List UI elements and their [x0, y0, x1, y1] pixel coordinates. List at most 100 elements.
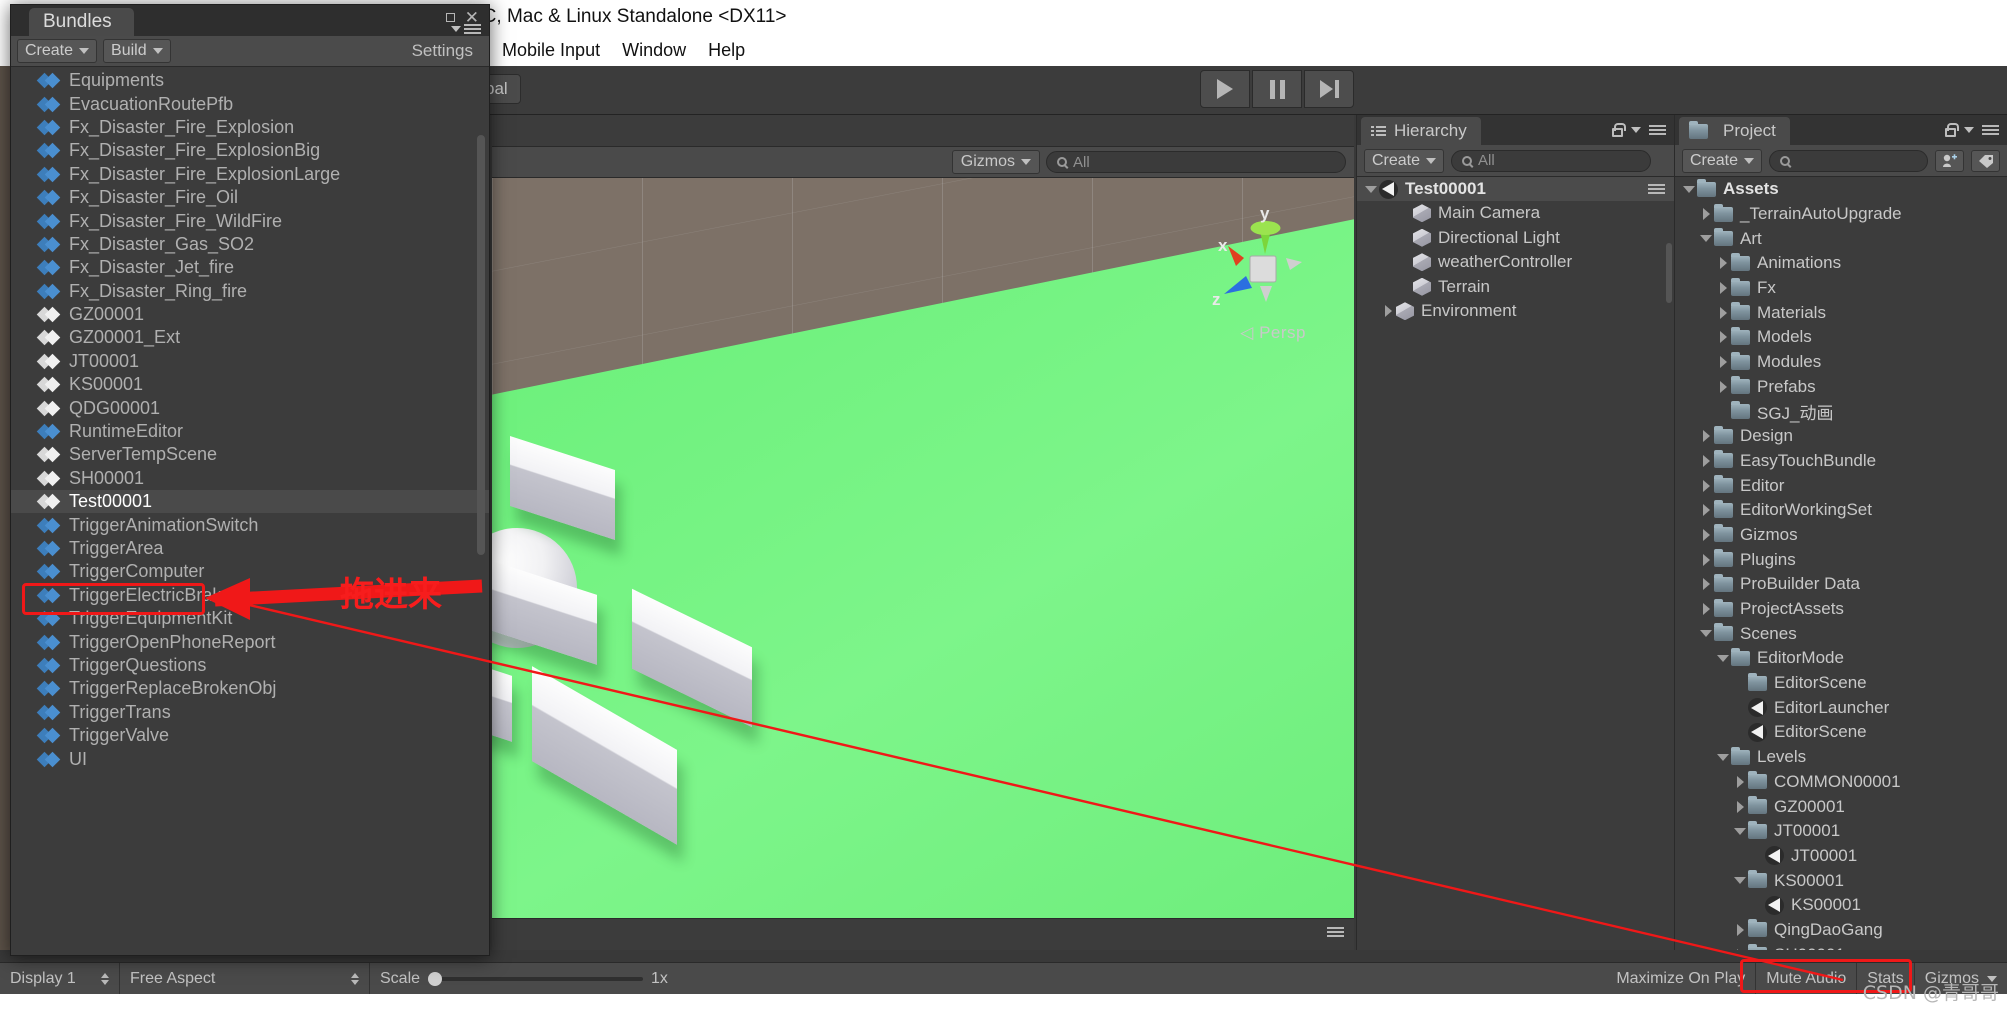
bundles-list[interactable]: Equipments EvacuationRoutePfb Fx_Disaster_… [11, 67, 489, 955]
project-menu-icon[interactable] [1982, 125, 1999, 135]
tree-row[interactable]: SH00001 [1675, 942, 2007, 950]
scene-viewport[interactable]: y x z ◁ Persp [492, 178, 1354, 918]
tab-bundles[interactable]: Bundles [29, 8, 134, 36]
menu-item-mobile-input[interactable]: Mobile Input [502, 40, 600, 61]
twirl-right-icon[interactable] [1698, 504, 1714, 517]
project-search-input[interactable] [1769, 149, 1929, 172]
minimize-icon[interactable] [445, 13, 455, 22]
bundle-list-item[interactable]: Fx_Disaster_Fire_Explosion [11, 116, 489, 139]
tree-row[interactable]: KS00001 [1675, 893, 2007, 918]
project-tree[interactable]: Assets _TerrainAutoUpgrade Art Animations Fx… [1675, 177, 2007, 950]
twirl-down-icon[interactable] [1681, 185, 1697, 193]
bundle-list-item[interactable]: TriggerValve [11, 724, 489, 747]
bundle-list-item[interactable]: GZ00001_Ext [11, 326, 489, 349]
tree-row[interactable]: JT00001 [1675, 844, 2007, 869]
bundles-menu-icon[interactable] [464, 24, 481, 34]
tree-row[interactable]: EasyTouchBundle [1675, 449, 2007, 474]
project-filter-type-button[interactable] [1935, 149, 1965, 172]
tree-row[interactable]: Plugins [1675, 547, 2007, 572]
tree-row[interactable]: Art [1675, 226, 2007, 251]
twirl-right-icon[interactable] [1732, 948, 1748, 950]
tree-row[interactable]: Levels [1675, 745, 2007, 770]
menu-item-help[interactable]: Help [708, 40, 745, 61]
tree-row[interactable]: Materials [1675, 300, 2007, 325]
twirl-right-icon[interactable] [1715, 257, 1731, 270]
maximize-on-play-button[interactable]: Maximize On Play [1606, 963, 1757, 994]
twirl-down-icon[interactable] [1715, 654, 1731, 662]
twirl-right-icon[interactable] [1715, 306, 1731, 319]
aspect-dropdown[interactable]: Free Aspect [120, 963, 370, 994]
twirl-right-icon[interactable] [1698, 454, 1714, 467]
bundle-list-item[interactable]: TriggerOpenPhoneReport [11, 630, 489, 653]
twirl-down-icon[interactable] [1732, 827, 1748, 835]
bundle-list-item[interactable]: Equipments [11, 69, 489, 92]
tab-hierarchy[interactable]: Hierarchy [1361, 117, 1481, 145]
tree-row[interactable]: Models [1675, 325, 2007, 350]
bundle-list-item[interactable]: Fx_Disaster_Fire_ExplosionBig [11, 139, 489, 162]
tree-row[interactable]: Design [1675, 424, 2007, 449]
bundles-menu-group[interactable] [451, 24, 481, 34]
bundles-build-button[interactable]: Build [103, 39, 171, 63]
tree-row[interactable]: EditorLauncher [1675, 695, 2007, 720]
twirl-right-icon[interactable] [1715, 282, 1731, 295]
bundle-list-item[interactable]: UI [11, 747, 489, 770]
twirl-right-icon[interactable] [1732, 775, 1748, 788]
twirl-right-icon[interactable] [1698, 430, 1714, 443]
tree-row[interactable]: QingDaoGang [1675, 918, 2007, 943]
twirl-right-icon[interactable] [1732, 800, 1748, 813]
bundles-settings-button[interactable]: Settings [402, 38, 483, 64]
tree-row[interactable]: Editor [1675, 473, 2007, 498]
bundle-list-item[interactable]: Fx_Disaster_Ring_fire [11, 280, 489, 303]
bundle-list-item[interactable]: JT00001 [11, 350, 489, 373]
bundle-list-item[interactable]: RuntimeEditor [11, 420, 489, 443]
tree-row[interactable]: JT00001 [1675, 819, 2007, 844]
twirl-right-icon[interactable] [1698, 479, 1714, 492]
bundle-list-item[interactable]: KS00001 [11, 373, 489, 396]
bundle-list-item[interactable]: TriggerReplaceBrokenObj [11, 677, 489, 700]
scene-row-menu-icon[interactable] [1648, 184, 1665, 194]
scale-slider-group[interactable]: Scale 1x [370, 963, 700, 994]
tree-row[interactable]: EditorMode [1675, 646, 2007, 671]
bundle-list-item[interactable]: ServerTempScene [11, 443, 489, 466]
twirl-right-icon[interactable] [1380, 305, 1396, 318]
tree-row[interactable]: Animations [1675, 251, 2007, 276]
tree-row[interactable]: EditorScene [1675, 720, 2007, 745]
tree-row[interactable]: weatherController [1357, 250, 1674, 275]
scale-slider-knob[interactable] [428, 971, 443, 986]
bundle-list-item[interactable]: TriggerArea [11, 537, 489, 560]
tree-row[interactable]: _TerrainAutoUpgrade [1675, 202, 2007, 227]
scene-gizmos-button[interactable]: Gizmos [951, 150, 1040, 174]
tree-row[interactable]: COMMON00001 [1675, 770, 2007, 795]
bundle-list-item[interactable]: QDG00001 [11, 396, 489, 419]
bundle-list-item[interactable]: TriggerQuestions [11, 654, 489, 677]
tree-row[interactable]: Directional Light [1357, 226, 1674, 251]
display-dropdown[interactable]: Display 1 [0, 963, 120, 994]
bundle-list-item[interactable]: EvacuationRoutePfb [11, 92, 489, 115]
bundle-list-item[interactable]: Fx_Disaster_Fire_ExplosionLarge [11, 163, 489, 186]
twirl-right-icon[interactable] [1715, 331, 1731, 344]
tree-row[interactable]: Prefabs [1675, 375, 2007, 400]
tree-row[interactable]: Scenes [1675, 621, 2007, 646]
twirl-right-icon[interactable] [1698, 208, 1714, 221]
scene-axis-gizmo[interactable]: y x z [1194, 204, 1314, 328]
bundle-list-item[interactable]: Fx_Disaster_Jet_fire [11, 256, 489, 279]
bundle-list-item[interactable]: Test00001 [11, 490, 489, 514]
tree-row[interactable]: ProBuilder Data [1675, 572, 2007, 597]
project-create-button[interactable]: Create [1682, 148, 1763, 173]
twirl-right-icon[interactable] [1715, 380, 1731, 393]
play-button[interactable] [1200, 70, 1250, 108]
tree-row[interactable]: ProjectAssets [1675, 597, 2007, 622]
tree-row[interactable]: Gizmos [1675, 523, 2007, 548]
scale-slider[interactable] [428, 971, 644, 986]
chevron-down-icon[interactable] [1964, 127, 1974, 133]
chevron-down-icon[interactable] [1631, 127, 1641, 133]
hierarchy-menu-icon[interactable] [1649, 125, 1666, 135]
twirl-right-icon[interactable] [1698, 528, 1714, 541]
pause-button[interactable] [1252, 70, 1302, 108]
bundle-list-item[interactable]: GZ00001 [11, 303, 489, 326]
menu-item-window[interactable]: Window [622, 40, 686, 61]
hierarchy-create-button[interactable]: Create [1364, 148, 1445, 173]
bundles-create-button[interactable]: Create [17, 39, 98, 63]
bundle-list-item[interactable]: SH00001 [11, 467, 489, 490]
tree-row[interactable]: EditorScene [1675, 671, 2007, 696]
